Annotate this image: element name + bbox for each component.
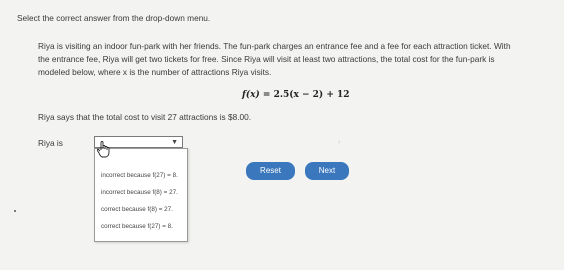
problem-line-3: modeled below, where x is the number of … [38,67,272,77]
instruction-text: Select the correct answer from the drop-… [17,13,211,23]
answer-prefix: Riya is [38,138,63,148]
faint-mark: › [338,139,341,146]
cost-formula: f(x) = 2.5(x − 2) + 12 [242,90,350,100]
hand-cursor-icon [97,141,110,158]
dropdown-option[interactable]: correct because f(8) = 27. [101,205,173,214]
problem-line-2: the entrance fee, Riya will get two tick… [38,54,495,64]
next-button[interactable]: Next [305,162,349,180]
dropdown-option[interactable]: incorrect because f(27) = 8. [101,171,178,180]
formula-rhs: 2.5(x − 2) + 12 [273,90,350,100]
statement-text: Riya says that the total cost to visit 2… [38,112,252,122]
formula-equals: = [259,90,274,100]
problem-line-1: Riya is visiting an indoor fun-park with… [38,41,511,51]
reset-button[interactable]: Reset [246,162,295,180]
chevron-down-icon: ▼ [171,139,178,146]
dropdown-option[interactable]: incorrect because f(8) = 27. [101,188,178,197]
formula-lhs: f(x) [242,90,260,100]
stray-dot [14,210,16,212]
dropdown-options-list: incorrect because f(27) = 8. incorrect b… [94,148,188,242]
dropdown-option[interactable]: correct because f(27) = 8. [101,222,173,231]
